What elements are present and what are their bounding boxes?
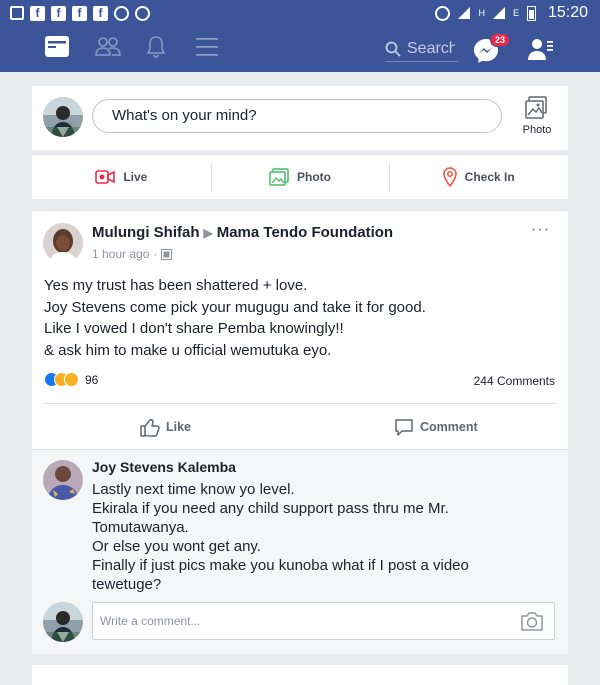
photo-icon: [525, 96, 547, 119]
menu-icon[interactable]: [196, 37, 218, 62]
comment-button[interactable]: Comment: [394, 417, 478, 437]
comment-icon: [395, 419, 413, 436]
composer-photo-label: Photo: [522, 124, 552, 136]
notification-icons: f f f f: [0, 5, 150, 21]
composer-photo-button[interactable]: Photo: [516, 96, 558, 136]
comment-label: Comment: [420, 420, 478, 434]
more-options-icon[interactable]: ···: [531, 221, 550, 239]
divider: [44, 403, 556, 404]
search-icon: [385, 41, 401, 57]
comment-line: Finally if just pics make you kunoba wha…: [92, 557, 469, 593]
wow-reaction-icon: [64, 372, 79, 387]
post-body: Yes my trust has been shattered + love. …: [44, 275, 554, 361]
facebook-notification-icon: f: [93, 5, 108, 21]
comment-body: Lastly next time know yo level. Ekirala …: [92, 480, 522, 594]
signal-icon: [458, 7, 471, 19]
comment-author[interactable]: Joy Stevens Kalemba: [92, 459, 236, 475]
system-icons: H E 15:20: [435, 0, 588, 26]
search-field[interactable]: Search: [385, 37, 459, 62]
post-line: & ask him to make u official wemutuka ey…: [44, 341, 332, 359]
clock: 15:20: [547, 4, 588, 21]
search-placeholder: Search: [407, 40, 455, 57]
like-label: Like: [166, 420, 192, 434]
photo-label: Photo: [297, 170, 331, 184]
composer-actions: Live Photo Check In: [32, 155, 568, 199]
post-line: Like I vowed I don't share Pemba knowing…: [44, 320, 344, 337]
audience-icon: [161, 248, 173, 260]
comment-line: Lastly next time know yo level.: [92, 481, 295, 498]
post-meta: 1 hour ago ·: [92, 247, 173, 261]
comments-section: Joy Stevens Kalemba Lastly next time kno…: [32, 449, 568, 654]
check-in-label: Check In: [464, 170, 515, 184]
profile-menu-icon[interactable]: [528, 38, 554, 67]
camera-icon[interactable]: [520, 610, 544, 646]
messenger-badge: 23: [490, 33, 511, 47]
check-in-button[interactable]: Check In: [389, 155, 568, 199]
news-feed-icon[interactable]: [44, 34, 70, 65]
commenter-avatar[interactable]: [43, 460, 83, 500]
like-button[interactable]: Like: [140, 417, 191, 437]
photo-button[interactable]: Photo: [210, 155, 390, 199]
write-comment-input[interactable]: Write a comment...: [92, 602, 555, 640]
comment-line: Ekirala if you need any child support pa…: [92, 500, 449, 536]
post-author-line: Mulungi Shifah ▶ Mama Tendo Foundation: [92, 224, 393, 241]
write-comment-placeholder: Write a comment...: [100, 614, 201, 628]
location-pin-icon: [442, 167, 457, 187]
comments-count[interactable]: 244 Comments: [474, 374, 555, 388]
status-composer: What's on your mind? Photo: [32, 86, 568, 150]
network-type-label: H: [478, 7, 485, 18]
post-author[interactable]: Mulungi Shifah: [92, 224, 199, 241]
live-video-icon: [95, 170, 116, 184]
do-not-disturb-icon: [435, 5, 451, 21]
whatsapp-icon: [114, 5, 129, 21]
gallery-icon: [10, 6, 24, 20]
photo-icon: [269, 168, 289, 186]
user-avatar[interactable]: [43, 97, 83, 137]
comment-line: Or else you wont get any.: [92, 538, 261, 555]
whats-on-your-mind-input[interactable]: What's on your mind?: [92, 99, 502, 133]
status-bar: f f f f H E 15:20: [0, 0, 600, 26]
notifications-bell-icon[interactable]: [145, 34, 167, 65]
arrow-right-icon: ▶: [203, 225, 213, 240]
post-line: Joy Stevens come pick your mugugu and ta…: [44, 298, 426, 316]
network-type-label: E: [512, 7, 519, 18]
top-navigation: Search 23: [0, 26, 600, 72]
author-avatar[interactable]: [43, 223, 83, 263]
facebook-notification-icon: f: [51, 5, 66, 21]
facebook-notification-icon: f: [72, 5, 87, 21]
feed-post: Mulungi Shifah ▶ Mama Tendo Foundation 1…: [32, 211, 568, 654]
user-avatar[interactable]: [43, 602, 83, 642]
live-button[interactable]: Live: [32, 155, 211, 199]
friends-icon[interactable]: [94, 34, 122, 65]
reaction-count: 96: [85, 372, 99, 387]
next-feed-card: [32, 665, 568, 685]
battery-icon: [526, 5, 536, 21]
signal-icon: [492, 7, 505, 19]
live-label: Live: [123, 170, 148, 184]
reactions-summary[interactable]: 96: [44, 372, 98, 387]
thumbs-up-icon: [140, 418, 160, 437]
post-target-page[interactable]: Mama Tendo Foundation: [217, 224, 393, 241]
post-line: Yes my trust has been shattered + love.: [44, 277, 308, 294]
post-time[interactable]: 1 hour ago: [92, 247, 149, 261]
facebook-notification-icon: f: [30, 5, 45, 21]
navigation-icon: [135, 5, 150, 21]
